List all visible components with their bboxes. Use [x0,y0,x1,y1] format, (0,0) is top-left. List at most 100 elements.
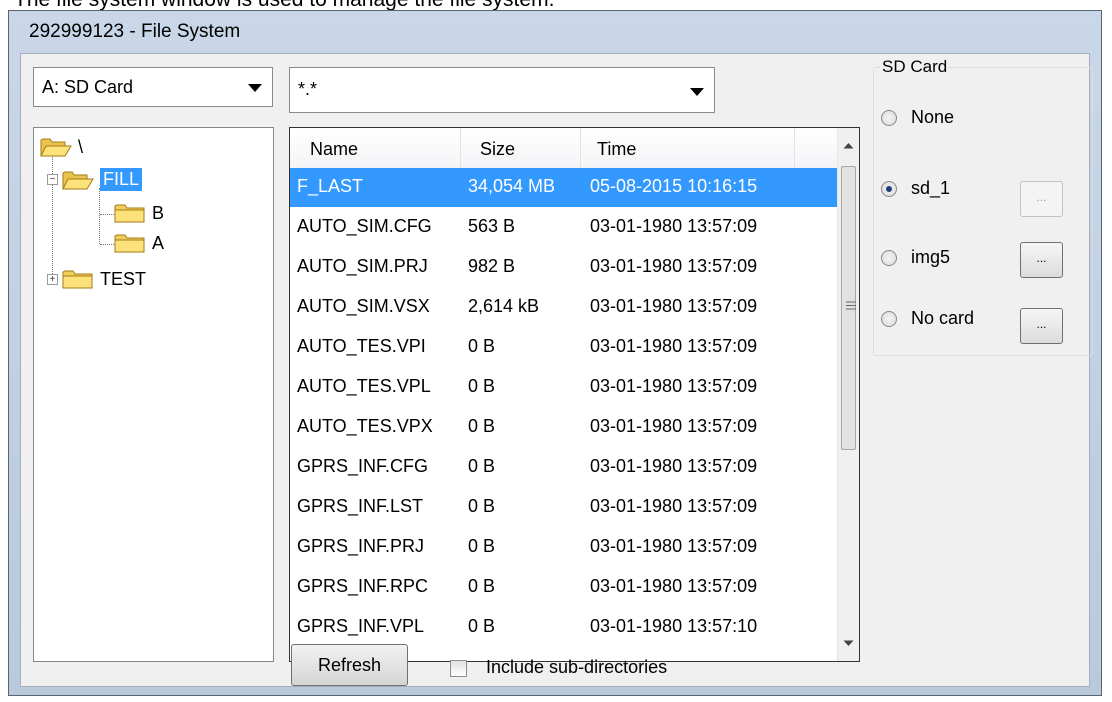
folder-icon [114,232,146,254]
file-size-cell: 0 B [468,336,496,356]
tree-item-label: \ [78,136,84,157]
file-name-cell: GPRS_INF.VPL [297,616,425,636]
scroll-down-icon[interactable] [843,640,854,647]
tree-item-b[interactable]: B [114,202,164,224]
file-name-cell: AUTO_TES.VPL [297,376,431,396]
file-row[interactable]: GPRS_INF.CFG 0 B 03-01-1980 13:57:09 [290,448,838,487]
file-name-cell: GPRS_INF.RPC [297,576,429,596]
file-name-cell: AUTO_SIM.CFG [297,216,432,236]
file-list[interactable]: Name Size Time F_LAST 34,054 MB 05-08-2015… [289,127,860,662]
scroll-up-icon[interactable] [843,142,854,149]
include-subdirectories-label: Include sub-directories [486,657,668,677]
open-folder-icon [62,169,94,191]
file-row[interactable]: GPRS_INF.LST 0 B 03-01-1980 13:57:09 [290,488,838,527]
file-row[interactable]: AUTO_SIM.PRJ 982 B 03-01-1980 13:57:09 [290,248,838,287]
tree-item-label: A [152,232,165,253]
chevron-down-icon[interactable] [248,84,262,92]
file-time-cell: 03-01-1980 13:57:09 [590,376,758,396]
tree-item-label: TEST [100,268,147,289]
file-time-cell: 03-01-1980 13:57:09 [590,296,758,316]
tree-item-fill[interactable]: − FILL [47,168,143,191]
directory-tree[interactable]: \ − FILL B A + TEST [33,127,274,662]
drive-select[interactable]: A: SD Card [33,67,273,107]
radio-sd1[interactable] [881,181,897,197]
folder-icon [114,202,146,224]
file-name-cell: AUTO_SIM.PRJ [297,256,428,276]
file-name-cell: GPRS_INF.CFG [297,456,429,476]
file-name-cell: GPRS_INF.LST [297,496,424,516]
file-time-cell: 03-01-1980 13:57:10 [590,616,758,636]
file-system-window: 292999123 - File System A: SD Card *.* \ [8,10,1102,696]
file-time-cell: 03-01-1980 13:57:09 [590,576,758,596]
browse-img5-button[interactable]: ... [1020,242,1063,278]
file-time-cell: 03-01-1980 13:57:09 [590,336,758,356]
file-size-cell: 34,054 MB [468,176,556,196]
file-time-cell: 03-01-1980 13:57:09 [590,216,758,236]
tree-line [100,214,114,215]
file-name-cell: GPRS_INF.PRJ [297,536,425,556]
column-header-time[interactable]: Time [597,139,636,160]
radio-img5[interactable] [881,250,897,266]
file-size-cell: 563 B [468,216,516,236]
file-time-cell: 03-01-1980 13:57:09 [590,256,758,276]
vertical-scrollbar[interactable] [837,128,859,661]
chevron-down-icon[interactable] [690,88,704,96]
browse-sd1-button: ... [1020,181,1063,217]
tree-item-test[interactable]: + TEST [47,268,146,290]
tree-item-label: FILL [100,168,143,191]
column-separator[interactable] [794,128,795,168]
file-size-cell: 0 B [468,576,496,596]
file-row[interactable]: GPRS_INF.RPC 0 B 03-01-1980 13:57:09 [290,568,838,607]
column-header-size[interactable]: Size [480,139,515,160]
tree-item-a[interactable]: A [114,232,164,254]
filter-select-value: *.* [298,79,318,99]
file-size-cell: 0 B [468,416,496,436]
window-client-area: A: SD Card *.* \ − FILL B A + TEST Name … [20,53,1093,687]
file-size-cell: 2,614 kB [468,296,540,316]
file-size-cell: 0 B [468,376,496,396]
collapse-icon[interactable]: − [47,174,58,185]
file-time-cell: 03-01-1980 13:57:09 [590,536,758,556]
radio-sd1-label: sd_1 [911,178,951,198]
file-name-cell: AUTO_TES.VPX [297,416,433,436]
folder-icon [62,268,94,290]
column-header-name[interactable]: Name [310,139,358,160]
expand-icon[interactable]: + [47,273,58,285]
file-list-header: Name Size Time [290,128,838,169]
file-row[interactable]: AUTO_TES.VPL 0 B 03-01-1980 13:57:09 [290,368,838,407]
scrollbar-thumb[interactable] [841,166,856,450]
radio-no-card-label: No card [911,308,975,328]
file-name-cell: AUTO_SIM.VSX [297,296,430,316]
include-subdirectories-checkbox[interactable] [450,660,467,677]
column-separator[interactable] [460,128,461,168]
file-row[interactable]: F_LAST 34,054 MB 05-08-2015 10:16:15 [290,168,838,207]
file-size-cell: 982 B [468,256,516,276]
file-row[interactable]: AUTO_SIM.VSX 2,614 kB 03-01-1980 13:57:09 [290,288,838,327]
file-row[interactable]: AUTO_TES.VPX 0 B 03-01-1980 13:57:09 [290,408,838,447]
tree-item-label: B [152,202,165,223]
tree-item-root[interactable]: \ [40,136,83,158]
browse-no-card-button[interactable]: ... [1020,308,1063,344]
radio-none-label: None [911,107,955,127]
title-bar[interactable]: 292999123 - File System [9,11,1101,51]
tree-line [100,244,114,245]
file-row[interactable]: AUTO_SIM.CFG 563 B 03-01-1980 13:57:09 [290,208,838,247]
sd-card-legend: SD Card [882,57,948,76]
file-name-cell: AUTO_TES.VPI [297,336,426,356]
drive-select-value: A: SD Card [42,77,134,97]
window-title: 292999123 - File System [29,21,241,42]
open-folder-icon [40,136,72,158]
radio-no-card[interactable] [881,311,897,327]
column-separator[interactable] [580,128,581,168]
radio-none[interactable] [881,110,897,126]
tree-line [99,188,100,244]
file-row[interactable]: AUTO_TES.VPI 0 B 03-01-1980 13:57:09 [290,328,838,367]
file-row[interactable]: GPRS_INF.PRJ 0 B 03-01-1980 13:57:09 [290,528,838,567]
refresh-button[interactable]: Refresh [291,644,408,686]
file-size-cell: 0 B [468,496,496,516]
file-row[interactable]: GPRS_INF.VPL 0 B 03-01-1980 13:57:10 [290,608,838,647]
file-time-cell: 03-01-1980 13:57:09 [590,416,758,436]
file-time-cell: 05-08-2015 10:16:15 [590,176,758,196]
file-size-cell: 0 B [468,456,496,476]
filter-select[interactable]: *.* [289,67,715,113]
